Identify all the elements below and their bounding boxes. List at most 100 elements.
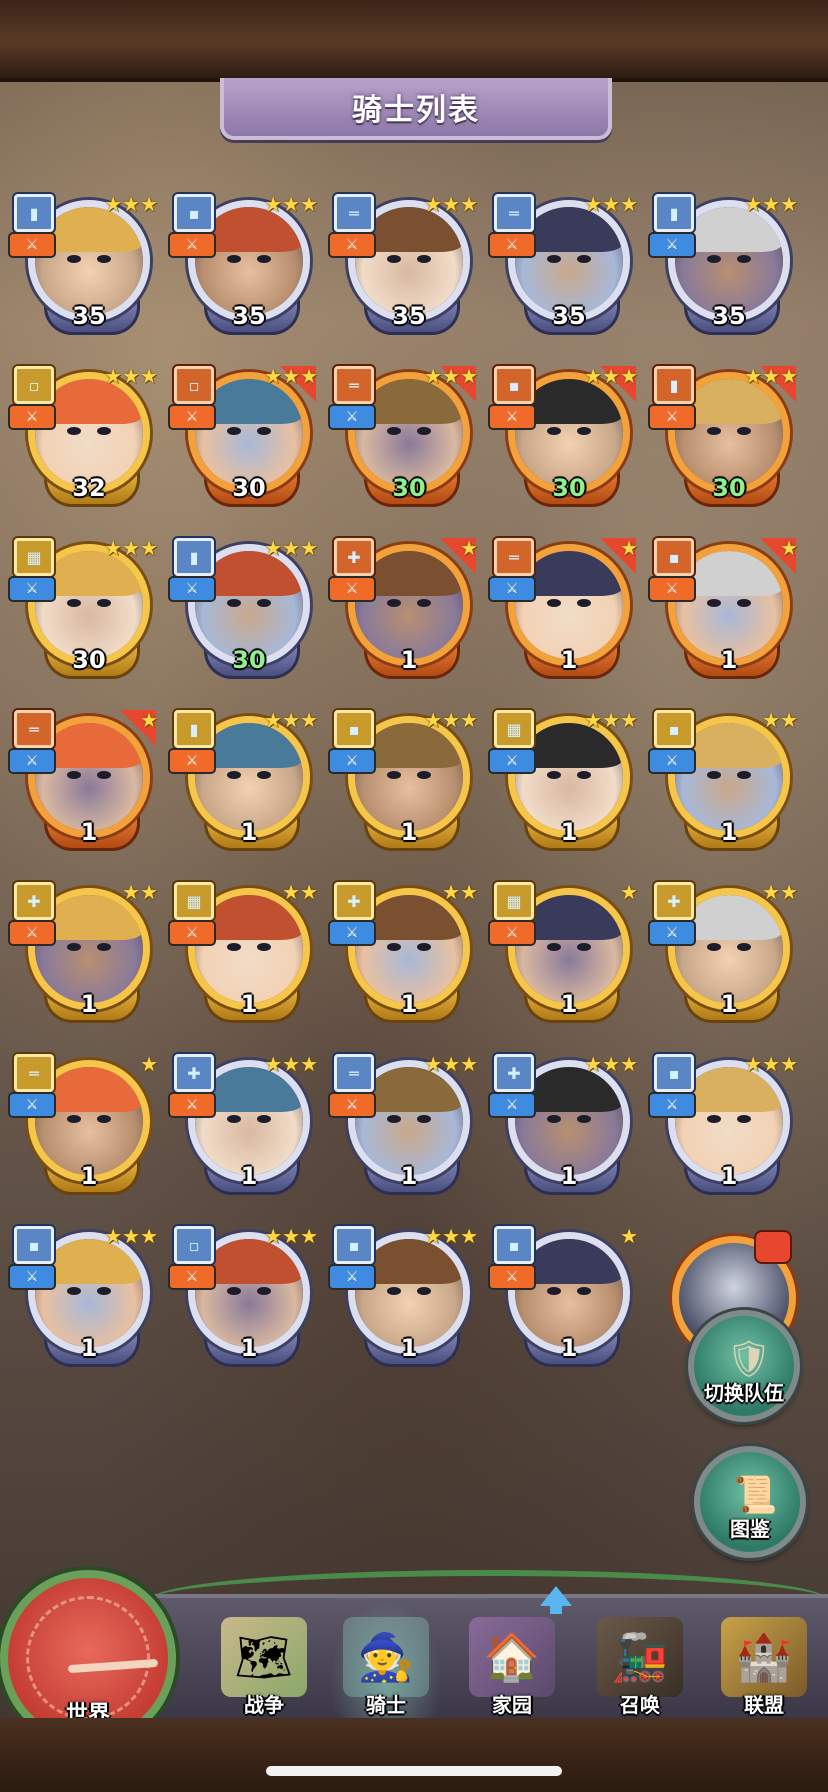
- knight-card[interactable]: ★★★ ▮ ⚔ 30: [650, 366, 800, 516]
- knight-card[interactable]: ★★★ ▮ ⚔ 1: [170, 708, 320, 860]
- star-rating: ★★★: [264, 708, 318, 732]
- knight-card[interactable]: ★★★ ═ ⚔ 1: [330, 1052, 480, 1204]
- knight-card[interactable]: ★★★ ▮ ⚔ 35: [650, 194, 800, 344]
- knight-card[interactable]: ★★★ ✚ ⚔ 1: [170, 1052, 320, 1204]
- knight-card[interactable]: ★★★ ▫ ⚔ 30: [170, 366, 320, 516]
- star-rating: ★★★: [104, 1224, 158, 1248]
- star-rating: ★★★: [424, 364, 478, 388]
- class-badge-icon: ▮: [654, 366, 694, 404]
- knight-level: 30: [712, 474, 746, 502]
- class-badge-icon: ▫: [174, 1226, 214, 1264]
- knight-card[interactable]: ★★★ ═ ⚔ 35: [490, 192, 640, 344]
- special-knight-tag: [756, 1232, 790, 1262]
- star-rating: ★★★: [584, 364, 638, 388]
- knight-card[interactable]: ★★ ▦ ⚔ 1: [170, 882, 320, 1032]
- role-tag-icon: ⚔: [170, 406, 214, 428]
- knight-card[interactable]: ★★★ ▪ ⚔ 35: [170, 194, 320, 344]
- role-tag-icon: ⚔: [330, 1094, 374, 1116]
- role-tag-icon: ⚔: [170, 578, 214, 600]
- nav-alliance[interactable]: 🏰 联盟: [708, 1600, 820, 1718]
- knight-card[interactable]: ★ ═ ⚔ 1: [10, 1054, 160, 1204]
- knight-card[interactable]: ★★ ▪ ⚔ 1: [650, 710, 800, 860]
- star-rating: ★★★: [264, 536, 318, 560]
- class-badge-icon: ▪: [654, 710, 694, 748]
- knight-card[interactable]: ★★★ ═ ⚔ 35: [330, 194, 480, 344]
- star-rating: ★: [140, 708, 158, 732]
- star-rating: ★★★: [584, 192, 638, 216]
- knight-card[interactable]: ★★★ ▪ ⚔ 1: [330, 1226, 480, 1376]
- knight-level: 1: [240, 818, 258, 846]
- switch-team-button[interactable]: 🛡 切换队伍: [688, 1310, 800, 1422]
- knight-icon: 🧙: [343, 1617, 429, 1697]
- knight-card[interactable]: ★ ✚ ⚔ 1: [330, 538, 480, 688]
- knight-card[interactable]: ★★★ ▫ ⚔ 32: [10, 364, 160, 516]
- knight-level: 1: [560, 1334, 578, 1362]
- nav-summon[interactable]: 🚂 召唤: [584, 1600, 696, 1718]
- house-icon: 🏠: [469, 1617, 555, 1697]
- knight-level: 1: [560, 1162, 578, 1190]
- knight-card[interactable]: ★★ ✚ ⚔ 1: [650, 882, 800, 1032]
- class-badge-icon: ▮: [174, 710, 214, 748]
- knight-card[interactable]: ★★★ ▪ ⚔ 1: [10, 1224, 160, 1376]
- star-rating: ★★★: [744, 1052, 798, 1076]
- knight-card[interactable]: ★★ ✚ ⚔ 1: [330, 882, 480, 1032]
- knight-card[interactable]: ★ ▦ ⚔ 1: [490, 882, 640, 1032]
- star-rating: ★: [620, 536, 638, 560]
- knight-level: 35: [552, 302, 586, 330]
- knight-card[interactable]: ★★★ ✚ ⚔ 1: [490, 1052, 640, 1204]
- class-badge-icon: ▮: [654, 194, 694, 232]
- class-badge-icon: ▮: [174, 538, 214, 576]
- knight-card[interactable]: ★ ▪ ⚔ 1: [490, 1226, 640, 1376]
- role-tag-icon: ⚔: [490, 406, 534, 428]
- star-rating: ★★★: [424, 1052, 478, 1076]
- star-rating: ★★★: [264, 1052, 318, 1076]
- knight-card[interactable]: ★★★ ▪ ⚔ 1: [330, 710, 480, 860]
- knight-level: 30: [232, 646, 266, 674]
- knight-card[interactable]: ★★★ ▮ ⚔ 35: [10, 194, 160, 344]
- class-badge-icon: ▪: [14, 1226, 54, 1264]
- knight-level: 1: [400, 646, 418, 674]
- star-rating: ★★★: [264, 1224, 318, 1248]
- star-rating: ★★★: [584, 1052, 638, 1076]
- class-badge-icon: ✚: [14, 882, 54, 920]
- home-indicator[interactable]: [266, 1766, 562, 1776]
- role-tag-icon: ⚔: [330, 1266, 374, 1288]
- knight-level: 1: [80, 1162, 98, 1190]
- knight-level: 1: [720, 990, 738, 1018]
- knight-level: 1: [400, 1334, 418, 1362]
- nav-knight[interactable]: 🧙 骑士: [330, 1600, 442, 1718]
- nav-home[interactable]: 🏠 家园: [456, 1600, 568, 1718]
- star-rating: ★★★: [104, 364, 158, 388]
- knight-card[interactable]: ★★★ ▪ ⚔ 30: [490, 364, 640, 516]
- class-badge-icon: ═: [494, 538, 534, 576]
- class-badge-icon: ✚: [334, 882, 374, 920]
- codex-button[interactable]: 📜 图鉴: [694, 1446, 806, 1558]
- knight-card[interactable]: ★ ═ ⚔ 1: [10, 708, 160, 860]
- knight-card[interactable]: ★★★ ▦ ⚔ 30: [10, 536, 160, 688]
- knight-level: 1: [720, 1162, 738, 1190]
- knight-card[interactable]: ★ ▪ ⚔ 1: [650, 538, 800, 688]
- role-tag-icon: ⚔: [490, 578, 534, 600]
- class-badge-icon: ▫: [174, 366, 214, 404]
- role-tag-icon: ⚔: [10, 750, 54, 772]
- knight-level: 1: [80, 818, 98, 846]
- knight-card[interactable]: ★★★ ▮ ⚔ 30: [170, 536, 320, 688]
- knight-card[interactable]: ★★★ ▦ ⚔ 1: [490, 710, 640, 860]
- knight-level: 1: [560, 818, 578, 846]
- knight-level: 1: [400, 818, 418, 846]
- map-icon: 🗺: [221, 1617, 307, 1697]
- knight-card[interactable]: ★ ═ ⚔ 1: [490, 536, 640, 688]
- knight-card[interactable]: ★★★ ▪ ⚔ 1: [650, 1052, 800, 1204]
- knight-level: 1: [400, 1162, 418, 1190]
- nav-summon-label: 召唤: [620, 1693, 660, 1717]
- role-tag-icon: ⚔: [650, 922, 694, 944]
- nav-war[interactable]: 🗺 战争: [208, 1600, 320, 1718]
- class-badge-icon: ═: [14, 710, 54, 748]
- knight-card[interactable]: ★★★ ▫ ⚔ 1: [170, 1224, 320, 1376]
- nav-home-label: 家园: [492, 1693, 532, 1717]
- star-rating: ★★★: [104, 536, 158, 560]
- knight-card[interactable]: ★★★ ═ ⚔ 30: [330, 364, 480, 516]
- knight-level: 1: [80, 990, 98, 1018]
- knight-card[interactable]: ★★ ✚ ⚔ 1: [10, 882, 160, 1032]
- role-tag-icon: ⚔: [10, 922, 54, 944]
